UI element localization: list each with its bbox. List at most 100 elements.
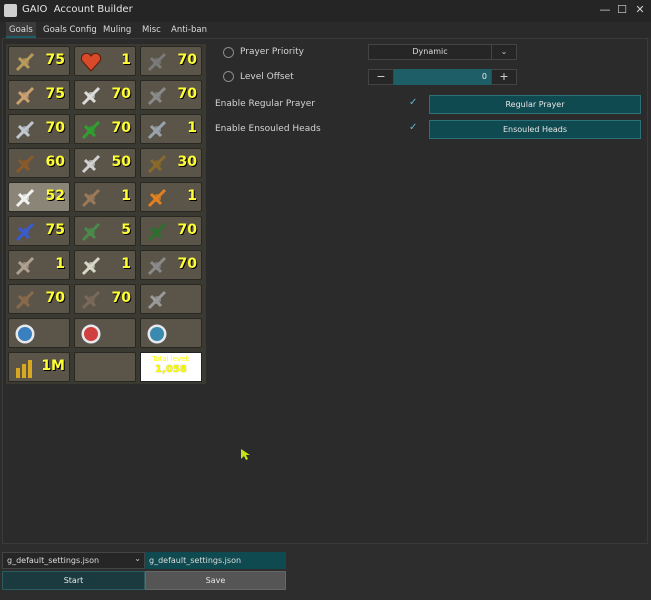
tab-goals[interactable]: Goals: [6, 22, 36, 38]
level-offset-input[interactable]: 0: [394, 69, 491, 85]
skill-tile[interactable]: 1: [74, 46, 136, 76]
skill-tile[interactable]: 70: [8, 284, 70, 314]
woodcutting-icon: [145, 220, 169, 244]
level-offset-label: Level Offset: [240, 72, 294, 82]
gold-icon: [13, 356, 37, 380]
skill-tile[interactable]: 75: [8, 216, 70, 246]
skill-level: 70: [111, 120, 131, 136]
skill-tile[interactable]: [140, 284, 202, 314]
enable-regular-checkbox[interactable]: ✓: [409, 98, 419, 108]
tab-misc[interactable]: Misc: [139, 22, 164, 38]
skill-level: 1: [187, 120, 197, 136]
skill-tile[interactable]: 70: [8, 114, 70, 144]
quest-icon: [13, 322, 37, 346]
sailing-icon: [145, 288, 169, 312]
start-button[interactable]: Start: [2, 571, 145, 590]
skill-tile[interactable]: [140, 318, 202, 348]
skill-tile[interactable]: 5: [74, 216, 136, 246]
title-bar: GAIO Account Builder — ☐ ✕: [0, 0, 651, 22]
skill-level: 50: [111, 154, 131, 170]
firemaking-icon: [145, 186, 169, 210]
tab-anti-ban[interactable]: Anti-ban: [168, 22, 210, 38]
skill-tile[interactable]: 70: [140, 80, 202, 110]
skill-level: 1: [121, 188, 131, 204]
skill-tile[interactable]: 60: [8, 148, 70, 178]
slayer-icon: [79, 254, 103, 278]
ensouled-heads-button[interactable]: Ensouled Heads: [429, 120, 641, 139]
skill-tile[interactable]: 1: [74, 250, 136, 280]
magic-icon: [13, 220, 37, 244]
skill-tile[interactable]: 1: [74, 182, 136, 212]
plus-icon[interactable]: +: [491, 69, 517, 85]
skill-level: 70: [111, 86, 131, 102]
skill-level: 75: [45, 86, 65, 102]
fletching-icon: [79, 220, 103, 244]
hitpoints-icon: [79, 50, 103, 74]
skill-level: 70: [177, 86, 197, 102]
minus-icon[interactable]: −: [368, 69, 394, 85]
agility-icon: [79, 84, 103, 108]
regular-prayer-button[interactable]: Regular Prayer: [429, 95, 641, 114]
total-level-label: Total level:: [152, 355, 190, 363]
smithing-icon: [145, 84, 169, 108]
skill-tile[interactable]: 1M: [8, 352, 70, 382]
prayer-priority-dropdown[interactable]: Dynamic ⌄: [368, 44, 517, 60]
profile-select[interactable]: g_default_settings.json ⌄: [2, 552, 145, 569]
level-offset-radio[interactable]: [223, 71, 234, 82]
minimize-button[interactable]: —: [597, 2, 613, 18]
skill-tile[interactable]: 70: [140, 216, 202, 246]
prayer-priority-radio[interactable]: [223, 47, 234, 58]
farming-icon: [145, 254, 169, 278]
save-button[interactable]: Save: [145, 571, 286, 590]
skill-level: 70: [177, 256, 197, 272]
skill-level: 70: [45, 120, 65, 136]
skill-level: 1: [121, 52, 131, 68]
skill-tile[interactable]: 70: [74, 80, 136, 110]
attack-icon: [13, 50, 37, 74]
skill-tile[interactable]: 70: [140, 250, 202, 280]
skill-level: 75: [45, 222, 65, 238]
skill-tile[interactable]: 50: [74, 148, 136, 178]
skill-tile[interactable]: [8, 318, 70, 348]
skill-tile[interactable]: 70: [74, 284, 136, 314]
skill-tile[interactable]: 1: [140, 114, 202, 144]
thieving-icon: [79, 152, 103, 176]
task-icon: [145, 322, 169, 346]
skill-level: 5: [121, 222, 131, 238]
total-level-box: Total level: 1,058: [140, 352, 202, 382]
tab-goals-config[interactable]: Goals Config: [40, 22, 100, 38]
skill-tile[interactable]: 52: [8, 182, 70, 212]
skill-level: 70: [177, 222, 197, 238]
mining-icon: [145, 50, 169, 74]
hunter-icon: [79, 288, 103, 312]
skill-level: 1M: [41, 358, 65, 374]
skill-level: 1: [55, 256, 65, 272]
skill-tile[interactable]: 1: [8, 250, 70, 280]
maximize-button[interactable]: ☐: [614, 2, 630, 18]
chevron-down-icon[interactable]: ⌄: [134, 554, 141, 563]
strength-icon: [13, 84, 37, 108]
skill-tile[interactable]: [74, 352, 136, 382]
tab-muling[interactable]: Muling: [100, 22, 134, 38]
skill-level: 70: [45, 290, 65, 306]
profile-name-input[interactable]: g_default_settings.json: [145, 552, 286, 569]
skill-tile[interactable]: 30: [140, 148, 202, 178]
skill-tile[interactable]: 70: [140, 46, 202, 76]
crafting-icon: [79, 186, 103, 210]
minigame-icon: [79, 322, 103, 346]
skill-tile[interactable]: 70: [74, 114, 136, 144]
defence-icon: [13, 118, 37, 142]
enable-ensouled-checkbox[interactable]: ✓: [409, 123, 419, 133]
cooking-icon: [145, 152, 169, 176]
skill-tile[interactable]: 1: [140, 182, 202, 212]
prayer-icon: [13, 186, 37, 210]
skill-tile[interactable]: 75: [8, 46, 70, 76]
profile-select-value: g_default_settings.json: [7, 556, 100, 565]
skill-level: 1: [187, 188, 197, 204]
skill-tile[interactable]: 75: [8, 80, 70, 110]
chevron-down-icon[interactable]: ⌄: [491, 45, 516, 59]
close-button[interactable]: ✕: [632, 2, 648, 18]
skill-tile[interactable]: [74, 318, 136, 348]
window-title: GAIO Account Builder: [22, 4, 133, 15]
runecraft-icon: [13, 254, 37, 278]
